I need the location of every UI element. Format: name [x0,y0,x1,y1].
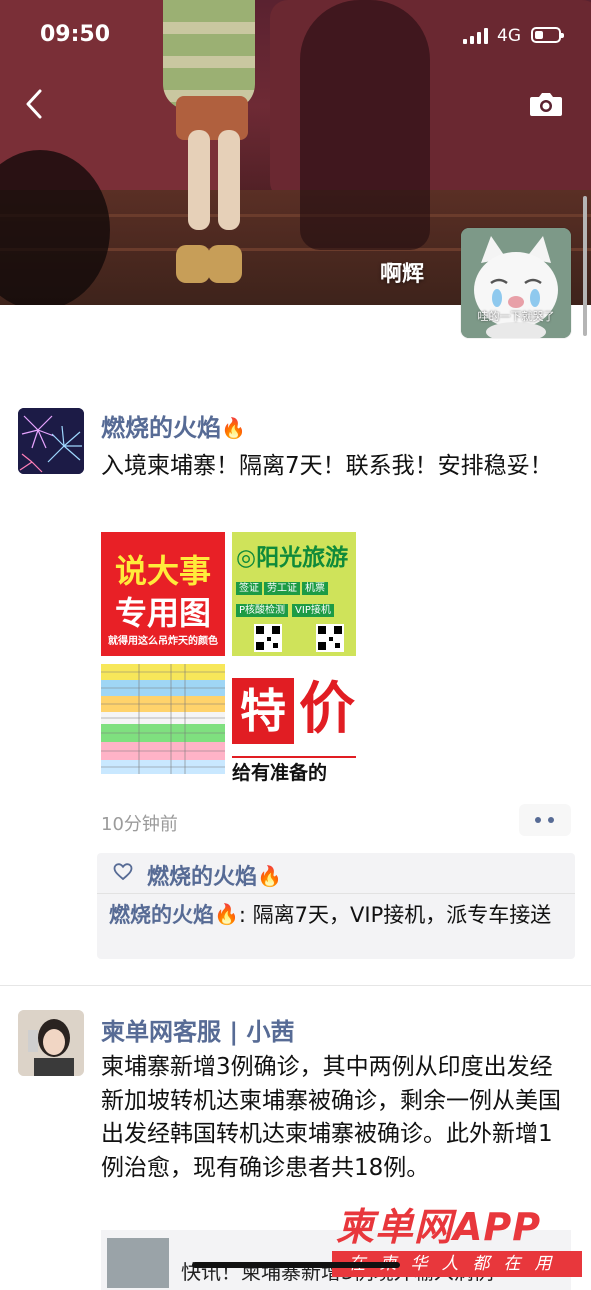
photo-text: ◎阳光旅游 [236,545,349,571]
cover-character-shoe [208,245,242,283]
photo-text: 特 [232,678,294,744]
network-type: 4G [497,26,521,46]
scrollbar[interactable] [583,196,587,336]
photo-tag: VIP接机 [292,604,334,617]
flight-table-image [101,664,225,788]
battery-icon [531,27,564,43]
fire-icon: 🔥 [221,416,246,440]
battery-level [535,31,543,39]
camera-button[interactable] [529,90,563,118]
post-author-avatar[interactable] [18,1010,84,1076]
post-text: 柬埔寨新增3例确诊，其中两例从印度出发经新加坡转机达柬埔寨被确诊，剩余一例从美国… [101,1054,561,1181]
post-timestamp: 10分钟前 [101,814,178,835]
qr-code-icon [254,624,282,652]
avatar-caption: 哇的一下就哭了 [477,310,555,323]
home-indicator[interactable] [192,1262,400,1268]
photo-text: 说大事 [114,552,211,590]
qr-code-icon [316,624,344,652]
comment-text: : 隔离7天，VIP接机，派专车接送 [238,903,552,927]
post-photo[interactable]: 说大事 专用图 就得用这么吊炸天的颜色 [101,532,225,656]
photo-tag: 签证 [236,582,262,595]
heart-icon [113,863,133,881]
profile-owner-avatar[interactable]: 哇的一下就哭了 [461,228,571,338]
status-time: 09:50 [40,22,111,47]
dot-icon [535,817,541,823]
fireworks-avatar-image [18,408,84,474]
post-photo[interactable]: ◎阳光旅游 签证 劳工证 机票 P核酸检测 VIP接机 [232,532,356,656]
watermark-logo-text: 柬单网APP [336,1205,542,1249]
photo-text: 就得用这么吊炸天的颜色 [108,636,218,647]
back-button[interactable] [20,86,52,122]
likes-row: 燃烧的火焰🔥 [97,853,575,894]
fire-icon: 🔥 [257,864,282,888]
post-author-name[interactable]: 燃烧的火焰🔥 [101,408,246,443]
chevron-left-icon [26,89,42,119]
photo-tag: 劳工证 [264,582,300,595]
cover-character-shoe [176,245,210,283]
photo-text: 专用图 [114,594,211,632]
post-text: 入境柬埔寨！隔离7天！联系我！安排稳妥！ [101,453,553,479]
post-photo[interactable] [101,664,225,788]
post-photo[interactable]: 特 价 给有准备的 [232,664,356,788]
photo-tag: 机票 [302,582,328,595]
liker-name[interactable]: 燃烧的火焰🔥 [147,859,282,891]
likes-comments-box: 燃烧的火焰🔥 燃烧的火焰🔥: 隔离7天，VIP接机，派专车接送 [97,853,575,959]
link-thumbnail [107,1238,169,1288]
cover-character-leg [188,130,210,230]
post-author-avatar[interactable] [18,408,84,474]
post-author-name[interactable]: 柬单网客服 | 小茜 [101,1012,294,1047]
comment-author[interactable]: 燃烧的火焰🔥 [109,902,239,927]
signal-icon [463,28,488,44]
girl-portrait-avatar-image [18,1010,84,1076]
post-divider [0,985,591,986]
fire-icon: 🔥 [214,902,239,926]
photo-tag: P核酸检测 [236,604,289,617]
camera-icon [530,93,562,116]
photo-tags: 签证 劳工证 机票 P核酸检测 VIP接机 [236,578,356,622]
comment-item[interactable]: 燃烧的火焰🔥: 隔离7天，VIP接机，派专车接送 [109,900,564,930]
cover-character-leg [218,130,240,230]
photo-text: 价 [299,677,355,742]
profile-owner-name[interactable]: 啊辉 [380,256,424,288]
photo-text: 给有准备的 [232,756,356,788]
status-bar: 09:50 4G [0,0,591,72]
dot-icon [548,817,554,823]
more-actions-button[interactable] [519,804,571,836]
